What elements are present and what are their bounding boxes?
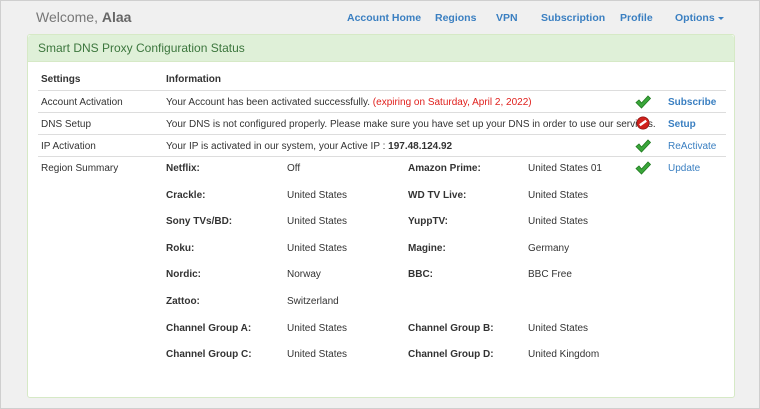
check-icon [635,139,651,153]
top-navbar: Welcome, Alaa Account Home Regions VPN S… [27,1,735,33]
region-label: Roku: [166,243,195,254]
error-icon [636,116,650,130]
check-icon [635,161,651,175]
region-value: United States [287,190,348,201]
table-row-ip-activation: IP Activation Your IP is activated in ou… [38,134,726,157]
region-value: Germany [528,243,570,254]
username: Alaa [101,9,132,25]
update-link[interactable]: Update [668,163,700,174]
region-value: United States 01 [528,163,602,174]
nav-options-label: Options [675,12,715,24]
nav-account-home[interactable]: Account Home [347,12,421,24]
region-value: Off [287,163,301,174]
table-row-account-activation: Account Activation Your Account has been… [38,90,726,113]
region-label: YuppTV: [408,216,448,227]
region-value: Switzerland [287,296,339,307]
page-frame: Welcome, Alaa Account Home Regions VPN S… [0,0,760,409]
panel-title: Smart DNS Proxy Configuration Status [28,35,734,62]
setting-dns-setup: DNS Setup [41,119,92,130]
region-value: United States [528,323,589,334]
region-label: Channel Group D: [408,349,494,360]
table-row-region-summary: Region Summary Netflix: Off Amazon Prime… [38,156,726,367]
nav-subscription[interactable]: Subscription [541,12,605,24]
info-ip-activation: Your IP is activated in our system, your… [166,141,452,152]
column-settings: Settings [41,74,81,85]
setting-account-activation: Account Activation [41,97,123,108]
expiry-text: (expiring on Saturday, April 2, 2022) [372,97,532,108]
region-value: United States [528,190,589,201]
nav-profile[interactable]: Profile [620,12,653,24]
region-value: United States [287,349,348,360]
region-value: United States [528,216,589,227]
check-icon [635,95,651,109]
info-dns-setup: Your DNS is not configured properly. Ple… [166,119,656,130]
region-value: United States [287,323,348,334]
region-label: Sony TVs/BD: [166,216,233,227]
column-information: Information [166,74,221,85]
region-label: Channel Group C: [166,349,252,360]
welcome-message: Welcome, Alaa [36,9,131,25]
region-label: Nordic: [166,269,201,280]
info-account-activation: Your Account has been activated successf… [166,97,532,108]
region-label: Channel Group A: [166,323,252,334]
setting-ip-activation: IP Activation [41,141,96,152]
region-label: BBC: [408,269,433,280]
region-value: Norway [287,269,321,280]
region-value: BBC Free [528,269,572,280]
active-ip-address: 197.48.124.92 [388,141,453,152]
nav-regions[interactable]: Regions [435,12,476,24]
ip-activated-text: Your IP is activated in our system, your… [166,141,386,152]
caret-down-icon [717,16,724,20]
reactivate-link[interactable]: ReActivate [668,141,716,152]
region-label: Netflix: [166,163,200,174]
status-panel: Smart DNS Proxy Configuration Status Set… [27,34,735,398]
region-label: Amazon Prime: [408,163,481,174]
region-value: United States [287,216,348,227]
region-label: Zattoo: [166,296,200,307]
welcome-prefix: Welcome, [36,9,98,25]
region-value: United Kingdom [528,349,600,360]
nav-options-dropdown[interactable]: Options [675,12,724,24]
subscribe-link[interactable]: Subscribe [668,97,716,108]
setting-region-summary: Region Summary [41,163,119,174]
region-label: Crackle: [166,190,206,201]
region-label: WD TV Live: [408,190,467,201]
table-header: Settings Information [38,65,726,90]
region-value: United States [287,243,348,254]
region-label: Magine: [408,243,446,254]
account-activated-text: Your Account has been activated successf… [166,97,371,108]
setup-link[interactable]: Setup [668,119,696,130]
nav-vpn[interactable]: VPN [496,12,518,24]
table-row-dns-setup: DNS Setup Your DNS is not configured pro… [38,112,726,135]
region-label: Channel Group B: [408,323,494,334]
